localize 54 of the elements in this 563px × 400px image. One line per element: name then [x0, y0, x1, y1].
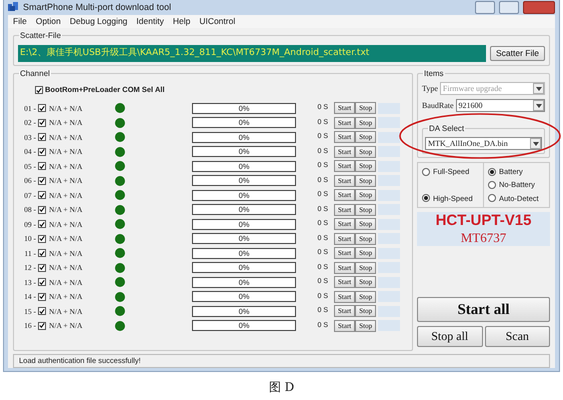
checkbox[interactable]	[38, 307, 46, 316]
checkbox[interactable]	[38, 249, 46, 258]
checkbox[interactable]	[38, 234, 46, 243]
info-cell	[378, 117, 400, 128]
checkbox[interactable]	[38, 118, 46, 127]
radio-button[interactable]	[488, 181, 496, 189]
radio-button[interactable]	[488, 194, 496, 202]
start-all-button[interactable]: Start all	[417, 297, 550, 322]
menu-item[interactable]: Identity	[136, 14, 164, 28]
info-cell	[378, 132, 400, 143]
checkbox[interactable]	[38, 220, 46, 228]
menu-item[interactable]: UIControl	[199, 14, 236, 28]
menu-item[interactable]: Help	[172, 14, 190, 28]
caret-icon	[532, 142, 538, 146]
type-label: Type	[422, 82, 438, 94]
scan-button[interactable]: Scan	[484, 326, 550, 347]
checkbox[interactable]	[38, 206, 46, 214]
checkbox[interactable]	[35, 86, 43, 94]
checkbox[interactable]	[38, 148, 46, 156]
checkbox[interactable]	[38, 104, 46, 112]
menu-item[interactable]: File	[13, 14, 27, 28]
menu-item[interactable]: Option	[36, 14, 61, 28]
baudrate-label: BaudRate	[422, 100, 454, 112]
group-label: Scatter-File	[19, 30, 62, 40]
radio-button[interactable]	[422, 194, 430, 202]
group-label: Channel	[19, 68, 51, 79]
checkbox[interactable]	[38, 278, 46, 286]
close-button[interactable]	[523, 0, 555, 14]
minimize-button[interactable]	[475, 0, 495, 14]
checkbox[interactable]	[38, 191, 46, 200]
checkbox[interactable]	[38, 162, 46, 170]
caret-icon	[536, 104, 542, 108]
checkbox[interactable]	[38, 133, 46, 142]
radio-button[interactable]	[488, 168, 496, 176]
checkbox[interactable]	[38, 176, 46, 185]
da-select-dropdown[interactable]: MTK_AllInOne_DA.bin	[425, 137, 542, 150]
baudrate-dropdown[interactable]: 921600	[456, 99, 545, 112]
scatter-path-field[interactable]: E:\2、康佳手机USB升级工具\KAAR5_1.32_811_KC\MT6737M_Android_scatter.txt	[18, 44, 486, 62]
stop-all-button[interactable]: Stop all	[417, 326, 482, 347]
app-icon	[8, 2, 19, 12]
banner-title: HCT-UPT-V15	[436, 212, 532, 230]
checkbox[interactable]	[38, 292, 46, 301]
radio-button[interactable]	[422, 168, 430, 176]
caret-icon	[536, 86, 542, 90]
group-label: Items	[423, 68, 445, 79]
group-label: DA Select	[428, 123, 466, 134]
banner-subtitle: MT6737	[460, 230, 506, 246]
menu-item[interactable]: Debug Logging	[70, 14, 128, 28]
checkbox[interactable]	[38, 322, 46, 330]
checkbox[interactable]	[38, 264, 46, 272]
scatter-file-button[interactable]: Scatter File	[490, 46, 545, 61]
figure-caption: 图 D	[268, 379, 296, 396]
window-title: SmartPhone Multi-port download tool	[23, 0, 172, 14]
maximize-button[interactable]	[499, 0, 519, 14]
